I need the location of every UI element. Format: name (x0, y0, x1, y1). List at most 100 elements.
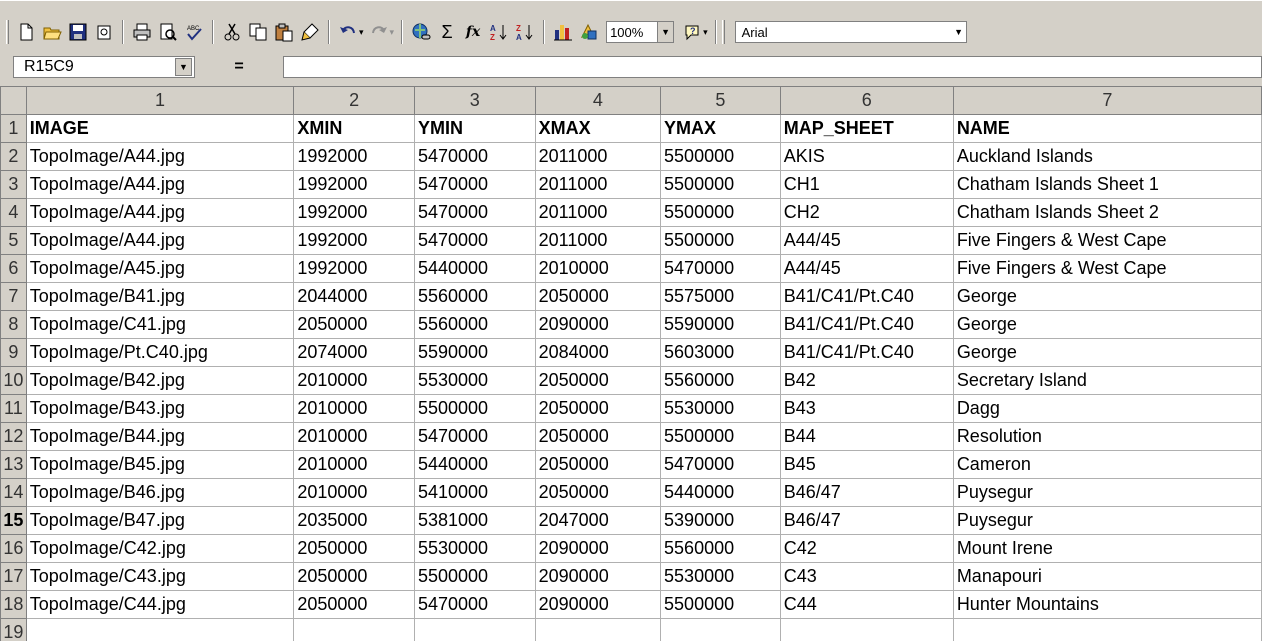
cell[interactable]: 2050000 (534, 282, 662, 311)
insert-hyperlink-icon[interactable] (409, 20, 433, 44)
cell[interactable]: 5440000 (660, 478, 781, 507)
cell[interactable]: 5500000 (660, 422, 781, 451)
cell[interactable]: 2011000 (534, 142, 662, 171)
cell[interactable]: 5575000 (660, 282, 781, 311)
chart-wizard-icon[interactable] (551, 20, 575, 44)
cell[interactable]: Five Fingers & West Cape (952, 254, 1262, 283)
cell[interactable]: 2050000 (534, 450, 662, 479)
undo-dropdown-arrow-icon[interactable]: ▾ (359, 27, 364, 38)
redo-icon[interactable] (367, 20, 391, 44)
open-icon[interactable] (40, 20, 64, 44)
cell[interactable]: MAP_SHEET (779, 114, 954, 143)
row-header[interactable]: 1 (0, 114, 27, 143)
select-all-corner[interactable] (0, 86, 27, 115)
cell[interactable]: George (952, 282, 1262, 311)
cell[interactable]: B43 (779, 394, 954, 423)
cell[interactable]: 2050000 (534, 422, 662, 451)
cell[interactable]: C42 (779, 534, 954, 563)
cell[interactable]: TopoImage/C43.jpg (25, 562, 295, 591)
undo-icon[interactable] (336, 20, 360, 44)
cell[interactable]: 5470000 (413, 170, 536, 199)
cell[interactable]: 5500000 (413, 394, 536, 423)
copy-icon[interactable] (246, 20, 270, 44)
cell[interactable]: 5530000 (660, 394, 781, 423)
row-header[interactable]: 19 (0, 618, 27, 641)
sort-ascending-icon[interactable]: AZ (487, 20, 511, 44)
cell[interactable]: TopoImage/C41.jpg (25, 310, 295, 339)
row-header[interactable]: 18 (0, 590, 27, 619)
function-icon[interactable]: fx (461, 20, 485, 44)
toolbar-grip[interactable] (6, 20, 9, 44)
column-header[interactable]: 3 (413, 86, 536, 115)
column-header[interactable]: 4 (534, 86, 662, 115)
print-preview-icon[interactable] (156, 20, 180, 44)
cell[interactable]: 5500000 (660, 198, 781, 227)
cell[interactable]: 2084000 (534, 338, 662, 367)
cell[interactable]: TopoImage/A44.jpg (25, 226, 295, 255)
cell[interactable]: B46/47 (779, 506, 954, 535)
cell[interactable]: 5500000 (660, 170, 781, 199)
cell[interactable]: TopoImage/C42.jpg (25, 534, 295, 563)
cell[interactable]: 2044000 (293, 282, 415, 311)
column-header[interactable]: 6 (779, 86, 954, 115)
chevron-down-icon[interactable]: ▼ (952, 22, 966, 42)
cell[interactable]: TopoImage/Pt.C40.jpg (25, 338, 295, 367)
cell[interactable]: Puysegur (952, 478, 1262, 507)
cell[interactable]: TopoImage/A45.jpg (25, 254, 295, 283)
column-header[interactable]: 1 (25, 86, 295, 115)
permission-icon[interactable] (92, 20, 116, 44)
cell[interactable]: 5500000 (413, 562, 536, 591)
row-header[interactable]: 2 (0, 142, 27, 171)
cell[interactable]: Puysegur (952, 506, 1262, 535)
cell[interactable]: 2011000 (534, 170, 662, 199)
cell[interactable]: 5470000 (413, 590, 536, 619)
row-header[interactable]: 9 (0, 338, 27, 367)
cell[interactable]: 2090000 (534, 590, 662, 619)
cell[interactable]: 5470000 (413, 226, 536, 255)
cell[interactable]: 5590000 (413, 338, 536, 367)
row-header[interactable]: 5 (0, 226, 27, 255)
cell[interactable]: 2090000 (534, 534, 662, 563)
cell[interactable]: C44 (779, 590, 954, 619)
cell[interactable]: Auckland Islands (952, 142, 1262, 171)
cell[interactable]: B41/C41/Pt.C40 (779, 310, 954, 339)
cell[interactable]: B41/C41/Pt.C40 (779, 338, 954, 367)
cell[interactable]: Chatham Islands Sheet 1 (952, 170, 1262, 199)
cell[interactable]: YMIN (413, 114, 536, 143)
cell[interactable]: Mount Irene (952, 534, 1262, 563)
cell[interactable]: TopoImage/B46.jpg (25, 478, 295, 507)
row-header[interactable]: 12 (0, 422, 27, 451)
cell[interactable]: Resolution (952, 422, 1262, 451)
chevron-down-icon[interactable]: ▼ (657, 22, 674, 42)
column-header[interactable]: 5 (660, 86, 781, 115)
cell[interactable]: 5590000 (660, 310, 781, 339)
cell[interactable]: 5440000 (413, 254, 536, 283)
new-icon[interactable] (14, 20, 38, 44)
cell[interactable]: Chatham Islands Sheet 2 (952, 198, 1262, 227)
cell[interactable]: CH1 (779, 170, 954, 199)
help-dropdown-arrow-icon[interactable]: ▾ (703, 27, 708, 38)
cell[interactable]: George (952, 338, 1262, 367)
font-select[interactable]: Arial ▼ (734, 21, 967, 43)
cell[interactable] (25, 618, 295, 641)
cell[interactable]: 5500000 (660, 226, 781, 255)
cell[interactable]: B46/47 (779, 478, 954, 507)
row-header[interactable]: 16 (0, 534, 27, 563)
cell[interactable]: B44 (779, 422, 954, 451)
column-header[interactable]: 7 (952, 86, 1262, 115)
formula-input[interactable] (283, 56, 1262, 78)
cell[interactable]: TopoImage/C44.jpg (25, 590, 295, 619)
cell[interactable]: 2010000 (293, 366, 415, 395)
cell[interactable] (293, 618, 415, 641)
zoom-select[interactable]: 100% ▼ (606, 21, 675, 43)
cell[interactable]: TopoImage/B45.jpg (25, 450, 295, 479)
cell[interactable]: 1992000 (293, 170, 415, 199)
cell[interactable]: TopoImage/A44.jpg (25, 198, 295, 227)
column-header[interactable]: 2 (293, 86, 415, 115)
row-header[interactable]: 7 (0, 282, 27, 311)
drawing-icon[interactable] (577, 20, 601, 44)
cell[interactable]: B42 (779, 366, 954, 395)
cell[interactable] (413, 618, 536, 641)
help-icon[interactable]: ? (680, 20, 704, 44)
cell[interactable]: TopoImage/A44.jpg (25, 142, 295, 171)
